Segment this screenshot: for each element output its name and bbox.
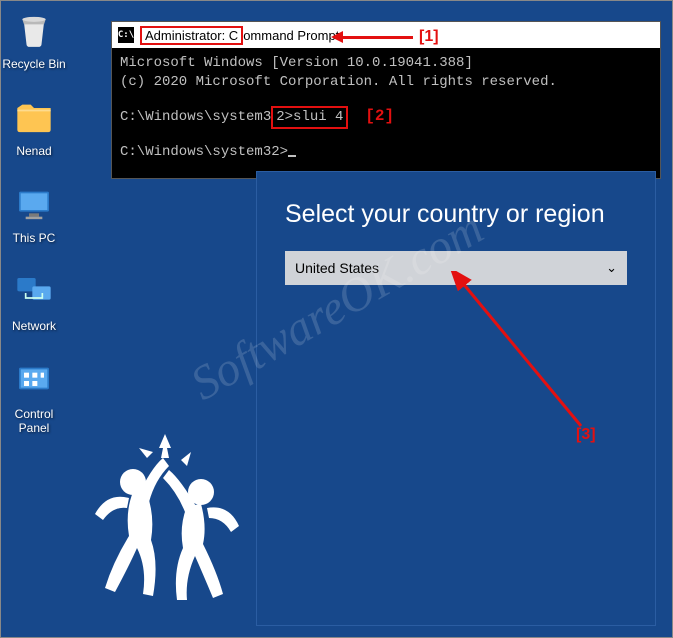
desktop-icon-label: Network [0,319,69,333]
cmd-title-text-a: Administrator: C [145,28,238,43]
network-icon [12,271,56,315]
cmd-prompt-line: C:\Windows\system32>slui 4 [2] [120,106,652,129]
annotation-arrow-1: [1] [331,28,439,46]
desktop-icon-label: This PC [0,231,69,245]
desktop-icon-recycle-bin[interactable]: Recycle Bin [0,9,69,71]
desktop-icon-control-panel[interactable]: Control Panel [0,359,69,435]
cmd-icon: C:\ [118,27,134,43]
cmd-title-highlight: Administrator: C [140,26,243,45]
cmd-command-highlight: 2>slui 4 [271,106,348,129]
cursor-icon [288,155,296,157]
desktop-icon-user-folder[interactable]: Nenad [0,96,69,158]
cmd-output-line: Microsoft Windows [Version 10.0.19041.38… [120,54,652,73]
desktop-icon-label: Nenad [0,144,69,158]
cmd-output-line: (c) 2020 Microsoft Corporation. All righ… [120,73,652,92]
activation-dialog: Select your country or region United Sta… [256,171,656,626]
decorative-figures [61,412,281,632]
annotation-1: [1] [419,28,439,46]
cmd-title-text-b: ommand Prompt [243,28,339,43]
desktop-icon-label: Recycle Bin [0,57,69,71]
cmd-prompt-line: C:\Windows\system32> [120,143,652,162]
annotation-2: [2] [365,107,394,125]
desktop-icon-this-pc[interactable]: This PC [0,183,69,245]
control-panel-icon [12,359,56,403]
dialog-heading: Select your country or region [285,200,627,229]
dropdown-selected-value: United States [295,260,379,276]
annotation-3: [3] [576,426,596,444]
cmd-body[interactable]: Microsoft Windows [Version 10.0.19041.38… [112,48,660,178]
monitor-icon [12,183,56,227]
desktop-icon-label: Control Panel [0,407,69,435]
desktop-icon-network[interactable]: Network [0,271,69,333]
folder-icon [12,96,56,140]
recycle-bin-icon [12,9,56,53]
chevron-down-icon: ⌄ [606,260,617,276]
country-dropdown[interactable]: United States ⌄ [285,251,627,285]
